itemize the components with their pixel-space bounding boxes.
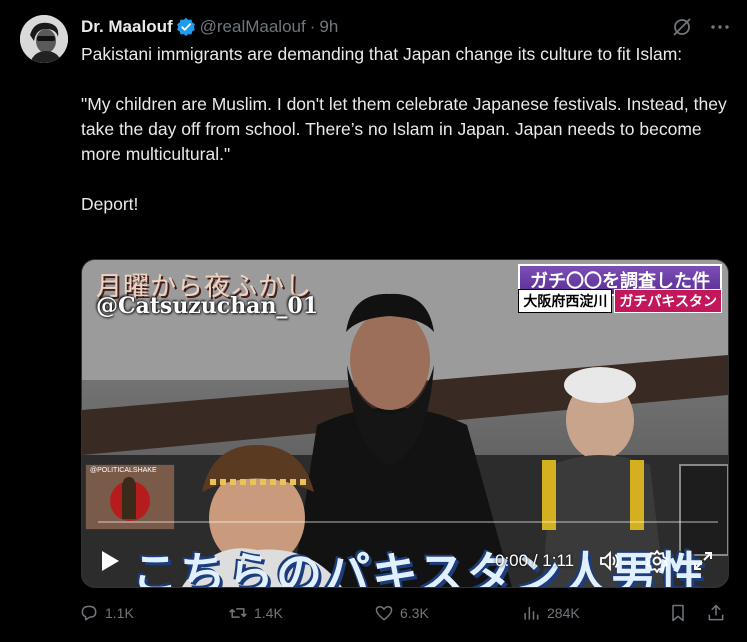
tweet-text: Pakistani immigrants are demanding that … — [81, 42, 731, 217]
author-name[interactable]: Dr. Maalouf — [81, 17, 173, 37]
time-total: 1:11 — [542, 551, 575, 570]
tweet-quote: "My children are Muslim. I don't let the… — [81, 94, 727, 164]
like-button[interactable]: 6.3K — [374, 603, 429, 623]
views-icon — [524, 607, 539, 620]
tweet-header: Dr. Maalouf @realMaalouf · 9h — [81, 16, 731, 38]
tweet-time[interactable]: 9h — [319, 17, 338, 37]
repost-icon — [229, 608, 247, 618]
location-tag: 大阪府西淀川 — [518, 289, 613, 313]
views-button[interactable]: 284K — [521, 603, 580, 623]
bookmark-icon — [672, 604, 684, 622]
video-progress-bar[interactable] — [98, 521, 718, 523]
author-handle[interactable]: @realMaalouf — [200, 17, 306, 37]
gear-icon[interactable] — [645, 549, 669, 578]
avatar[interactable] — [20, 15, 68, 63]
inset-label: @POLITICALSHAKE — [90, 467, 157, 474]
video-player[interactable]: 月曜から夜ふかし @Catsuzuchan_01 ガチ〇〇を調査した件 大阪府西… — [81, 259, 729, 588]
like-count: 6.3K — [400, 605, 429, 621]
time-separator: / — [532, 551, 538, 570]
reply-icon — [81, 605, 97, 621]
tweet-action-bar: 1.1K 1.4K 6.3K 284K — [79, 601, 729, 627]
header-separator: · — [309, 17, 316, 36]
heart-icon — [375, 606, 393, 621]
play-icon[interactable] — [99, 549, 121, 573]
share-button[interactable] — [706, 603, 726, 623]
verified-badge-icon — [176, 17, 195, 37]
repost-button[interactable]: 1.4K — [228, 603, 283, 623]
bookmark-button[interactable] — [668, 603, 688, 623]
tweet-line-intro: Pakistani immigrants are demanding that … — [81, 44, 683, 64]
reply-button[interactable]: 1.1K — [79, 603, 134, 623]
tweet-closing: Deport! — [81, 194, 139, 214]
share-icon — [708, 604, 724, 621]
more-icon[interactable] — [709, 16, 731, 38]
views-count: 284K — [547, 605, 580, 621]
video-controls: 0:00 / 1:11 — [82, 535, 728, 587]
video-location-tags: 大阪府西淀川 ガチパキスタン — [518, 289, 722, 313]
fullscreen-icon[interactable] — [691, 549, 715, 578]
video-handle-overlay: @Catsuzuchan_01 — [96, 293, 319, 319]
video-timecode: 0:00 / 1:11 — [495, 551, 574, 571]
avatar-image — [20, 15, 68, 63]
time-current: 0:00 — [495, 551, 529, 570]
volume-icon[interactable] — [598, 549, 622, 578]
keyword-tag: ガチパキスタン — [614, 289, 722, 313]
grok-icon[interactable] — [671, 16, 693, 38]
repost-count: 1.4K — [254, 605, 283, 621]
reply-count: 1.1K — [105, 605, 134, 621]
